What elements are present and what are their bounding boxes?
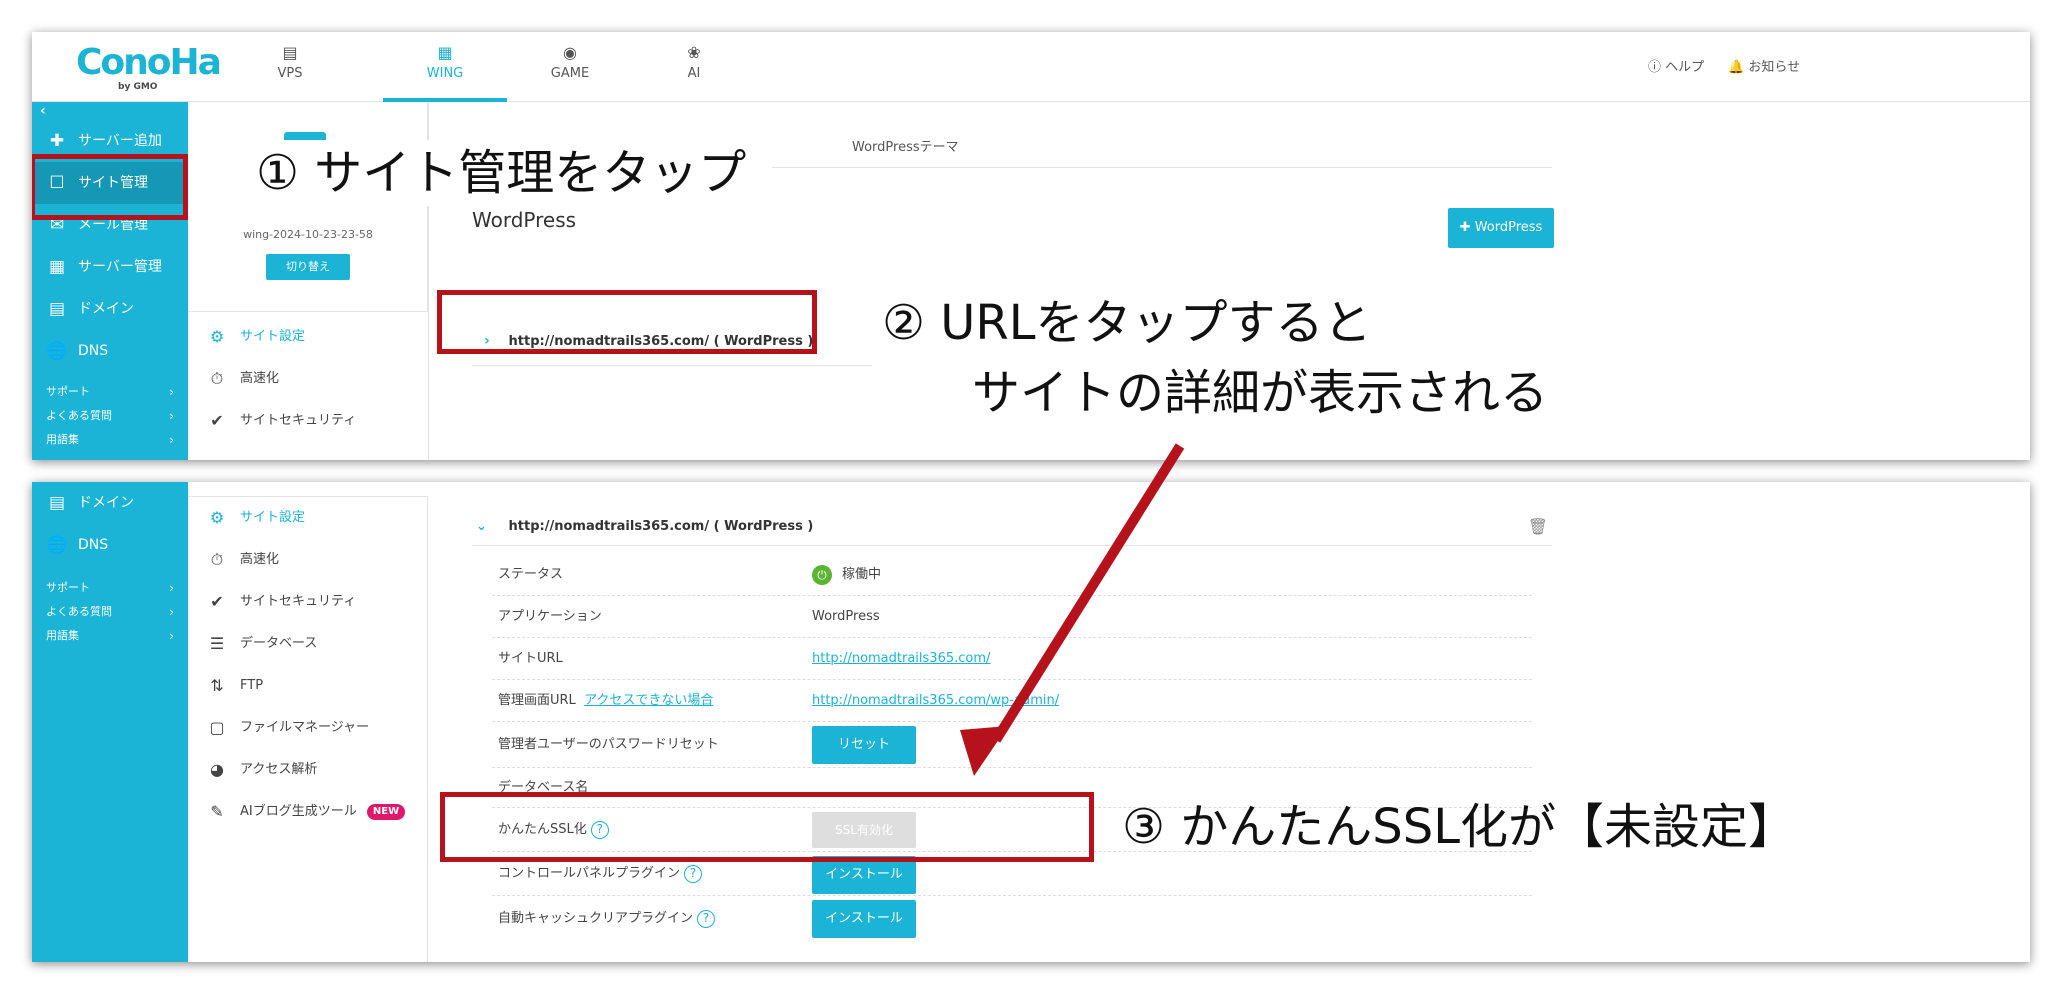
arrow-shaft <box>991 443 1185 743</box>
arrow-head <box>960 726 1008 776</box>
annotation-arrow <box>960 443 1185 776</box>
